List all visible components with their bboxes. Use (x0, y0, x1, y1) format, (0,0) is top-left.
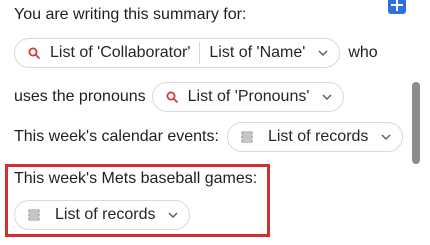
collaborator-line: List of 'Collaborator' List of 'Name' wh… (14, 38, 378, 68)
chevron-down-icon[interactable] (380, 131, 392, 143)
mets-pill-line: List of records (14, 200, 191, 230)
pronouns-prefix: uses the pronouns (14, 88, 146, 105)
intro-line: You are writing this summary for: (14, 6, 246, 24)
who-text: who (348, 44, 378, 61)
scrollbar-thumb[interactable] (412, 82, 420, 164)
calendar-label: This week's calendar events: (14, 128, 219, 145)
list-icon (28, 209, 40, 221)
intro-text: You are writing this summary for: (14, 6, 247, 23)
collaborator-label: List of 'Collaborator' (50, 44, 191, 61)
name-label: List of 'Name' (209, 44, 306, 61)
calendar-records-pill[interactable]: List of records (226, 122, 404, 152)
name-segment[interactable]: List of 'Name' (209, 39, 329, 67)
pronouns-field-pill[interactable]: List of 'Pronouns' (151, 82, 345, 112)
calendar-records-label: List of records (267, 128, 369, 145)
collaborator-field-pill[interactable]: List of 'Collaborator' List of 'Name' (14, 38, 341, 68)
mets-records-label: List of records (55, 206, 156, 223)
summary-editor-panel: You are writing this summary for: List o… (0, 0, 430, 245)
calendar-line: This week's calendar events: List of rec… (14, 122, 404, 152)
search-icon (28, 47, 40, 59)
chevron-down-icon[interactable] (167, 209, 179, 221)
list-icon (241, 131, 253, 143)
pronouns-label: List of 'Pronouns' (187, 88, 310, 105)
mets-records-pill[interactable]: List of records (14, 200, 191, 230)
collaborator-segment[interactable]: List of 'Collaborator' (27, 39, 190, 67)
chevron-down-icon[interactable] (317, 47, 329, 59)
add-button[interactable] (388, 0, 406, 14)
mets-label: This week's Mets baseball games: (14, 170, 258, 187)
chevron-down-icon[interactable] (321, 91, 333, 103)
search-icon (166, 91, 178, 103)
plus-icon (391, 0, 403, 11)
pill-divider (199, 42, 201, 64)
pronouns-line: uses the pronouns List of 'Pronouns' (14, 82, 345, 112)
mets-line: This week's Mets baseball games: (14, 170, 257, 188)
